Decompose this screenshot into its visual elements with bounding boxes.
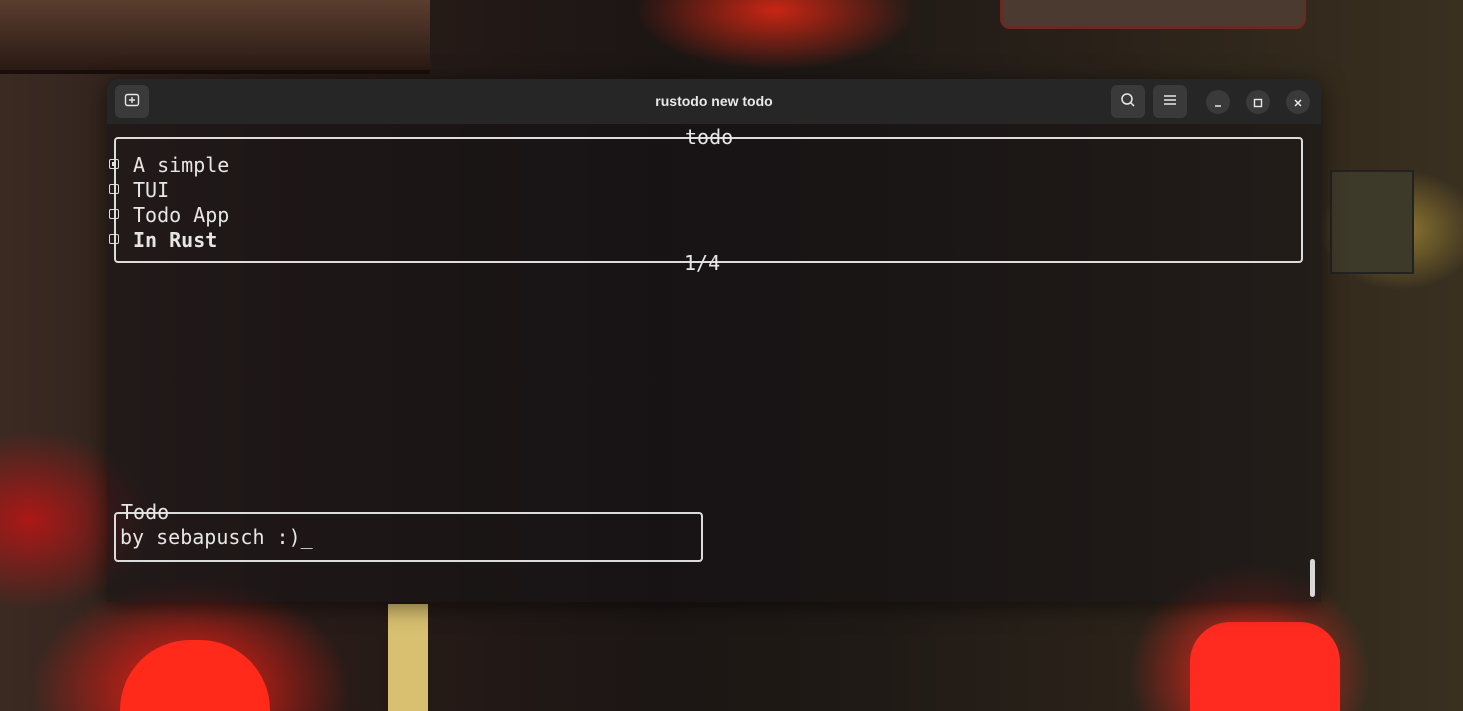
hamburger-menu-icon xyxy=(1163,92,1177,111)
maximize-button[interactable] xyxy=(1246,90,1270,114)
wallpaper-box xyxy=(1330,170,1414,274)
checkbox-icon[interactable] xyxy=(109,184,119,194)
todo-item-selected[interactable]: In Rust xyxy=(109,228,236,253)
terminal-window: rustodo new todo todo A simple TUI Todo … xyxy=(107,79,1321,602)
new-todo-input-panel[interactable]: Todo by sebapusch :)_ xyxy=(114,500,703,562)
todo-item-label: TUI xyxy=(133,178,170,202)
todo-item[interactable]: A simple xyxy=(109,153,236,178)
minimize-icon xyxy=(1213,93,1223,112)
scrollbar[interactable] xyxy=(1310,559,1315,597)
close-button[interactable] xyxy=(1286,90,1310,114)
search-icon xyxy=(1120,92,1136,112)
close-icon xyxy=(1293,93,1303,112)
checkbox-checked-icon[interactable] xyxy=(109,159,119,169)
input-panel-title: Todo xyxy=(121,500,170,524)
wallpaper-lantern xyxy=(120,640,270,711)
terminal-area[interactable]: todo A simple TUI Todo App In Rust 1/4 T… xyxy=(107,124,1321,602)
new-todo-input[interactable]: by sebapusch :)_ xyxy=(120,525,313,549)
todo-panel-title: todo xyxy=(685,125,734,149)
checkbox-icon[interactable] xyxy=(109,234,119,244)
todo-item-label: A simple xyxy=(133,153,230,177)
todo-item-label: In Rust xyxy=(133,228,218,252)
title-bar: rustodo new todo xyxy=(107,79,1321,124)
wallpaper-sign xyxy=(0,0,430,74)
todo-list: A simple TUI Todo App In Rust xyxy=(109,153,236,253)
wallpaper-sign xyxy=(388,604,428,711)
new-tab-button[interactable] xyxy=(115,85,149,118)
wallpaper-sign xyxy=(1000,0,1306,29)
search-button[interactable] xyxy=(1111,85,1145,118)
new-tab-icon xyxy=(124,92,140,112)
menu-button[interactable] xyxy=(1153,85,1187,118)
todo-item[interactable]: TUI xyxy=(109,178,236,203)
wallpaper-lantern xyxy=(1190,622,1340,711)
todo-item-label: Todo App xyxy=(133,203,230,227)
minimize-button[interactable] xyxy=(1206,90,1230,114)
todo-item[interactable]: Todo App xyxy=(109,203,236,228)
checkbox-icon[interactable] xyxy=(109,209,119,219)
maximize-icon xyxy=(1253,93,1263,112)
page-indicator: 1/4 xyxy=(684,251,721,275)
todo-list-panel: todo A simple TUI Todo App In Rust 1/4 xyxy=(109,125,1303,275)
